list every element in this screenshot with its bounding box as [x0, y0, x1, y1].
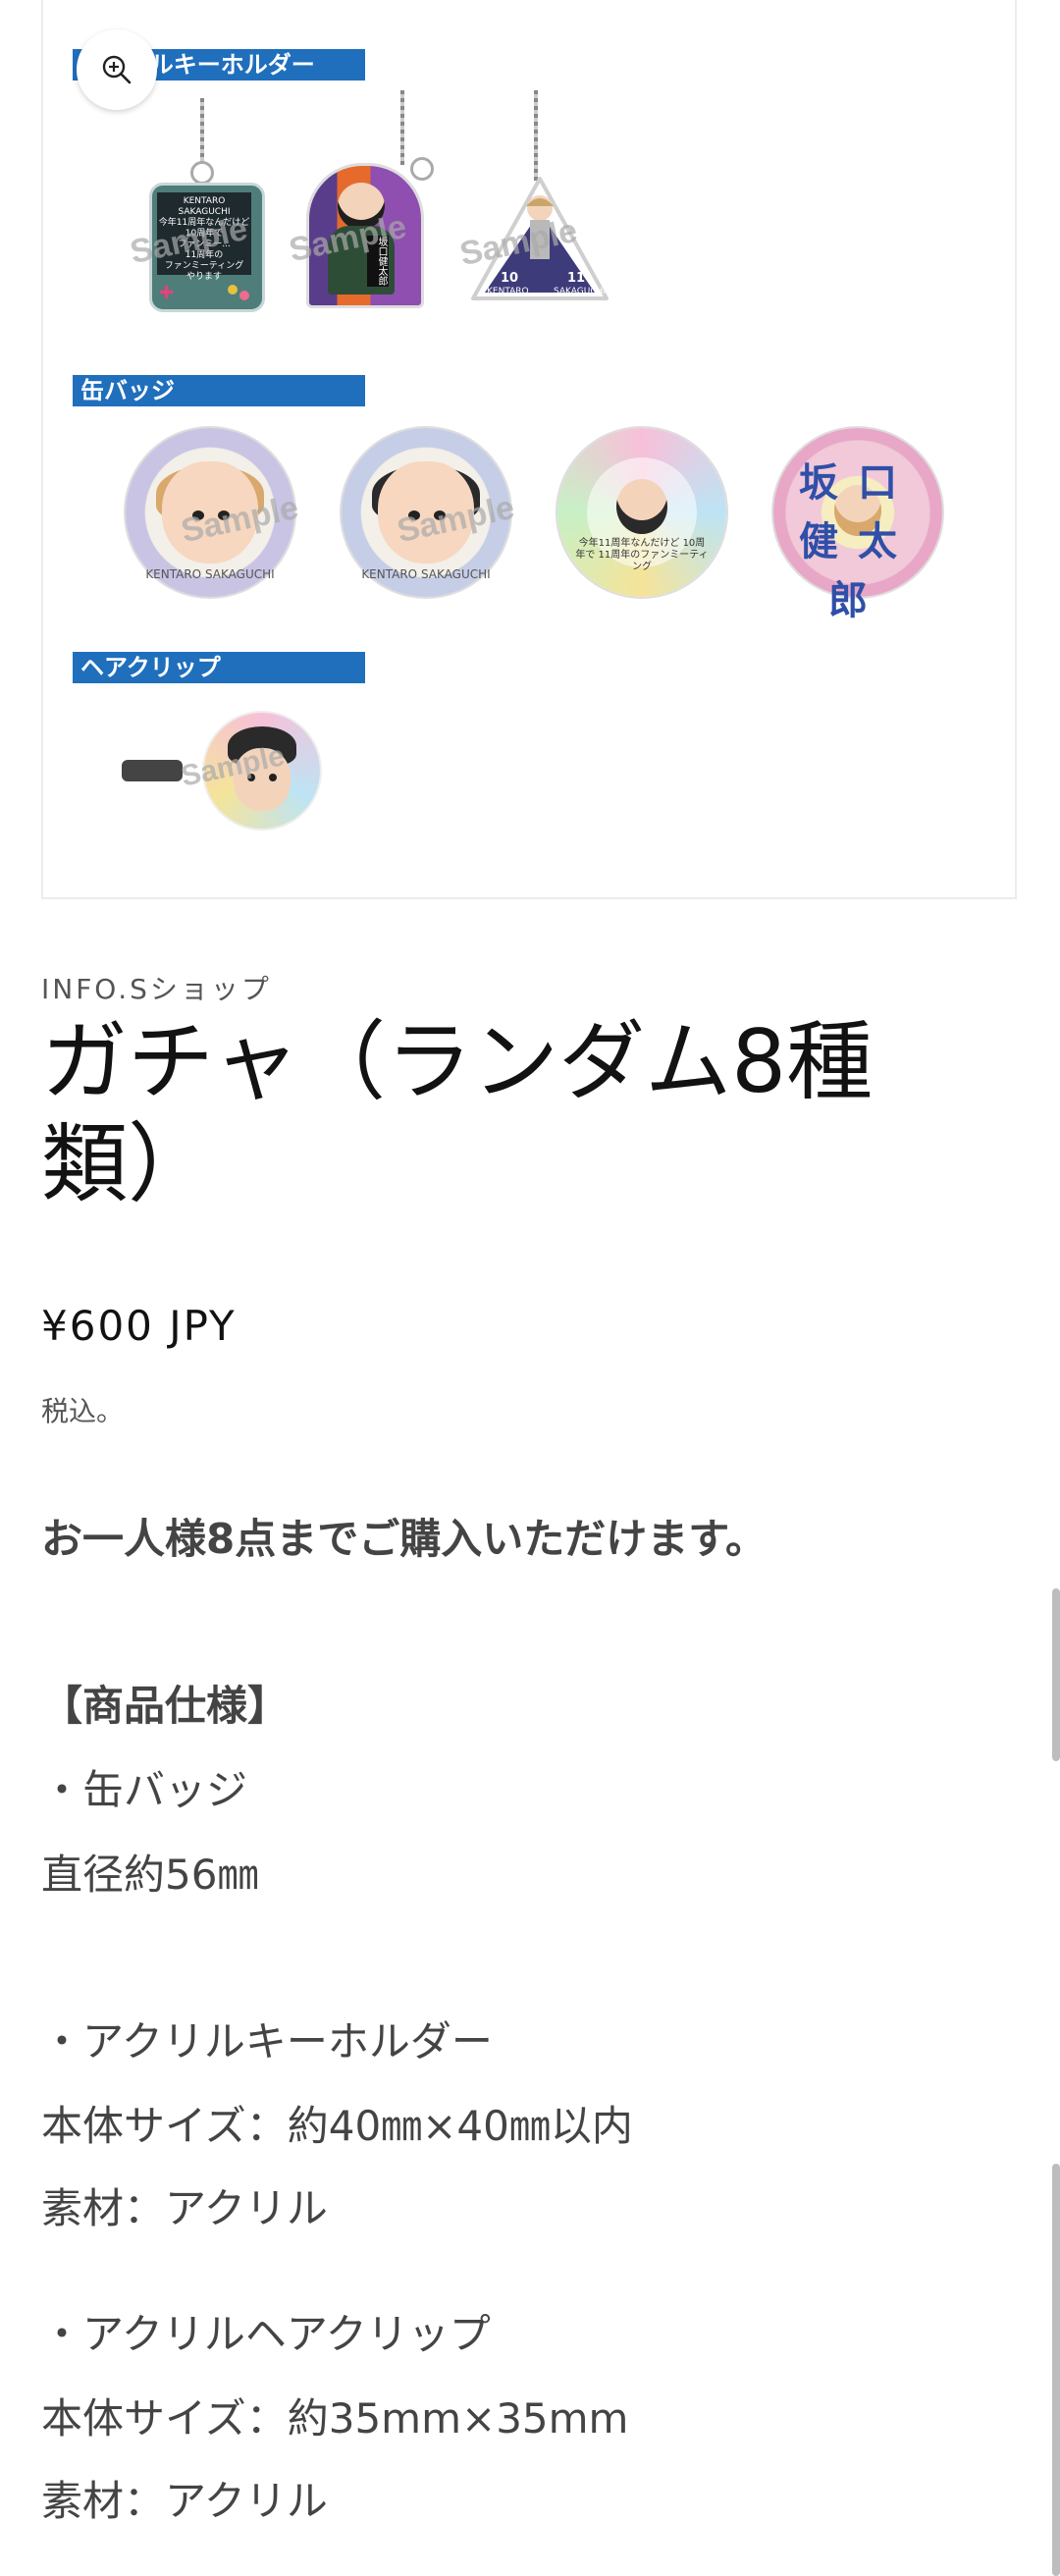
keyholder3-num1: 10 — [501, 271, 519, 286]
product-title: ガチャ（ランダム8種類） — [41, 1011, 874, 1214]
section-label-badge: 缶バッジ — [73, 375, 365, 406]
keyholder3-name2: SAKAGUCHI — [554, 287, 607, 296]
badge-item-3: 今年11周年なんだけど 10周年で 11周年のファンミーティング — [557, 428, 726, 597]
spec-heading: 【商品仕様】 — [41, 1682, 290, 1730]
badge-item-4: 坂口健太郎 — [773, 428, 942, 623]
spec-hairclip-item: ・アクリルヘアクリップ — [41, 2310, 491, 2358]
keyholder1-line: 今年11周年なんだけど — [158, 218, 250, 228]
badge3-text: 今年11周年なんだけど 10周年で 11周年のファンミーティング — [575, 538, 709, 572]
spec-keyholder-size: 本体サイズ：約40㎜×40㎜以内 — [41, 2102, 633, 2150]
spec-keyholder-material: 素材：アクリル — [41, 2184, 328, 2232]
purchase-limit-text: お一人様8点までご購入いただけます。 — [41, 1515, 768, 1563]
keyholder1-line: 11周年の — [185, 250, 224, 260]
spec-badge-item: ・缶バッジ — [41, 1766, 248, 1814]
spec-badge-size: 直径約56㎜ — [41, 1851, 259, 1899]
scrollbar-thumb[interactable] — [1052, 1588, 1060, 1761]
keyholder2-name: 坂口健太郎 — [367, 236, 389, 287]
spec-hairclip-size: 本体サイズ：約35mm×35mm — [41, 2394, 629, 2442]
badge-item-2: KENTARO SAKAGUCHI — [342, 428, 510, 597]
keyholder3-name1: KENTARO — [487, 287, 529, 296]
product-price: ¥600 JPY — [41, 1302, 237, 1350]
product-vendor: INFO.Sショップ — [41, 973, 272, 1005]
tax-note: 税込。 — [41, 1395, 125, 1427]
zoom-in-icon — [102, 55, 132, 84]
product-image[interactable]: アクリルキーホルダー KENTARO SAKAGUCHI 今年11周年なんだけど… — [41, 0, 1017, 899]
zoom-button[interactable] — [77, 29, 157, 110]
keyholder1-line: 10周年で — [185, 229, 224, 239]
keyholder1-line: KENTARO SAKAGUCHI — [178, 196, 231, 217]
badge4-text: 坂口健太郎 — [799, 460, 917, 623]
badge2-ring-text: KENTARO SAKAGUCHI — [361, 567, 491, 581]
scrollbar-thumb-secondary[interactable] — [1052, 2164, 1060, 2576]
badge1-ring-text: KENTARO SAKAGUCHI — [145, 567, 275, 581]
keyholder1-line: ファンミー... — [178, 240, 231, 249]
spec-keyholder-item: ・アクリルキーホルダー — [41, 2017, 493, 2066]
spec-hairclip-material: 素材：アクリル — [41, 2477, 328, 2525]
section-label-hairclip: ヘアクリップ — [73, 652, 365, 683]
keyholder3-num2: 11 — [567, 271, 586, 286]
badge-item-1: KENTARO SAKAGUCHI — [126, 428, 294, 597]
keyholder1-line: ファンミーティング — [164, 261, 244, 271]
keyholder1-line: やります — [186, 272, 222, 282]
